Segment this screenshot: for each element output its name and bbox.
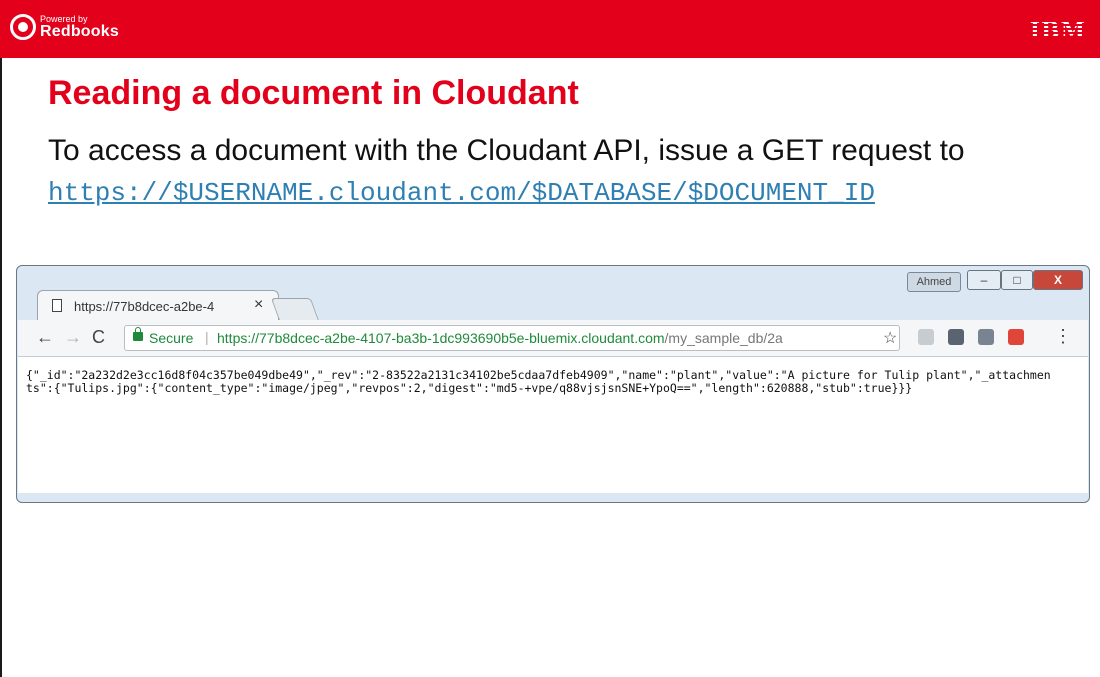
- tab-close-icon[interactable]: ×: [254, 296, 263, 314]
- slide-body-text: To access a document with the Cloudant A…: [48, 134, 965, 167]
- user-badge[interactable]: Ahmed: [907, 272, 961, 292]
- vpn-icon[interactable]: [978, 329, 994, 345]
- cast-icon[interactable]: [918, 329, 934, 345]
- reload-icon[interactable]: C: [92, 327, 105, 348]
- document-url-link[interactable]: https://$USERNAME.cloudant.com/$DATABASE…: [48, 178, 875, 208]
- address-bar[interactable]: Secure | https://77b8dcec-a2be-4107-ba3b…: [124, 325, 900, 351]
- browser-toolbar: ← → C Secure | https://77b8dcec-a2be-410…: [18, 320, 1088, 357]
- address-host: https://77b8dcec-a2be-4107-ba3b-1dc99369…: [217, 330, 665, 346]
- logo-brand-text: Redbooks: [40, 22, 119, 40]
- page-content: {"_id":"2a232d2e3cc16d8f04c357be049dbe49…: [18, 357, 1088, 493]
- forward-arrow-icon[interactable]: →: [64, 327, 82, 348]
- left-rule: [0, 58, 2, 677]
- slide-title: Reading a document in Cloudant: [48, 74, 579, 112]
- address-path: /my_sample_db/2a: [664, 330, 783, 346]
- menu-icon[interactable]: ⋮: [1054, 326, 1072, 347]
- browser-tab[interactable]: https://77b8dcec-a2be-4 ×: [37, 290, 279, 321]
- ibm-logo: IBM: [1029, 18, 1086, 44]
- browser-window: https://77b8dcec-a2be-4 × Ahmed – □ X ← …: [16, 265, 1090, 503]
- slide-header: Powered by Redbooks IBM: [0, 0, 1100, 58]
- secure-label: Secure: [149, 330, 194, 346]
- tab-label: https://77b8dcec-a2be-4: [74, 299, 215, 314]
- lock-icon: [133, 327, 143, 341]
- maximize-button[interactable]: □: [1001, 270, 1033, 290]
- json-response-text: {"_id":"2a232d2e3cc16d8f04c357be049dbe49…: [26, 368, 1051, 395]
- todoist-icon[interactable]: [1008, 329, 1024, 345]
- page-icon: [52, 299, 62, 312]
- new-tab-button[interactable]: [270, 298, 320, 321]
- redbooks-logo: Powered by Redbooks: [10, 8, 119, 46]
- address-text: https://77b8dcec-a2be-4107-ba3b-1dc99369…: [217, 330, 783, 346]
- redbooks-ring-icon: [10, 14, 36, 40]
- minimize-button[interactable]: –: [967, 270, 1001, 290]
- pocket-icon[interactable]: [948, 329, 964, 345]
- logo-text: Powered by Redbooks: [40, 14, 119, 40]
- close-window-button[interactable]: X: [1033, 270, 1083, 290]
- bookmark-star-icon[interactable]: ☆: [883, 328, 897, 348]
- address-separator: |: [205, 329, 209, 345]
- back-arrow-icon[interactable]: ←: [36, 327, 54, 348]
